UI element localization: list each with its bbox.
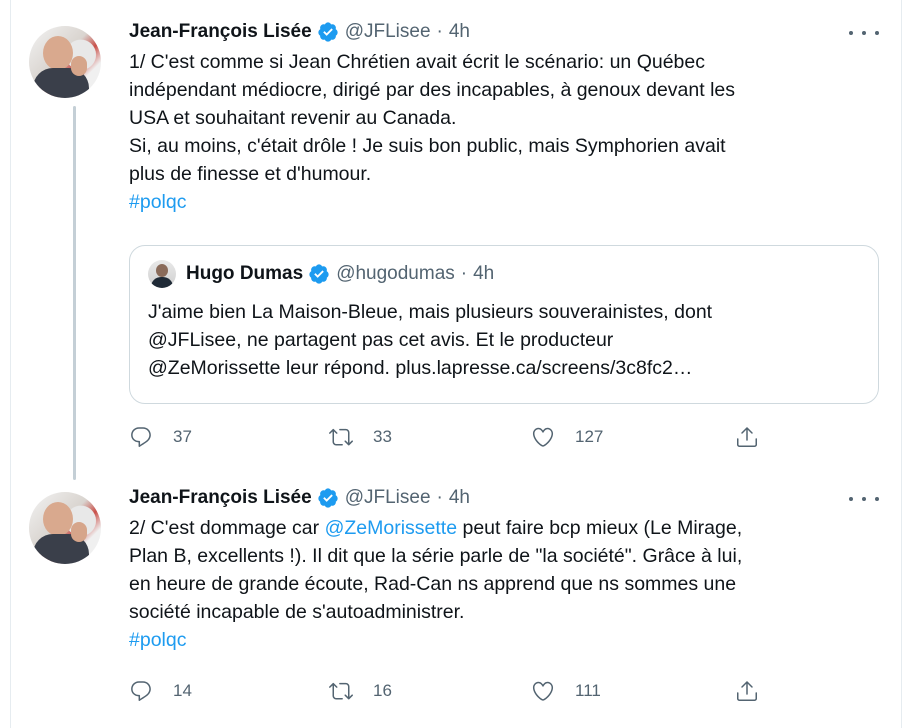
quoted-author-handle: @hugodumas [336, 263, 455, 284]
like-icon [532, 427, 554, 447]
author-handle[interactable]: @JFLisee [345, 21, 431, 43]
separator-dot: · [436, 21, 443, 42]
verified-badge-icon [318, 488, 338, 508]
reply-count: 37 [173, 427, 192, 446]
tweet-content: Jean-François Lisée @JFLisee · 4h 2/ C'e… [129, 484, 883, 654]
verified-badge-icon [309, 264, 329, 284]
like-icon [532, 681, 554, 701]
retweet-count: 33 [373, 427, 392, 446]
text-fragment: peut faire bcp mieux (Le Mirage, [457, 517, 743, 539]
author-handle[interactable]: @JFLisee [345, 487, 431, 509]
like-button[interactable]: 127 [531, 425, 603, 449]
quoted-text: J'aime bien La Maison-Bleue, mais plusie… [148, 298, 862, 382]
author-name[interactable]: Jean-François Lisée [129, 21, 312, 43]
avatar[interactable] [29, 492, 101, 564]
timestamp[interactable]: 4h [449, 21, 470, 43]
quoted-tweet[interactable]: Hugo Dumas @hugodumas · 4h J'aime bien L… [129, 245, 879, 404]
quoted-author-name: Hugo Dumas [186, 263, 304, 284]
separator-dot: · [436, 487, 443, 508]
share-button[interactable] [735, 425, 759, 449]
tweet-text-line: Si, au moins, c'était drôle ! Je suis bo… [129, 135, 726, 157]
share-button[interactable] [735, 679, 759, 703]
quoted-avatar[interactable] [148, 260, 176, 288]
quoted-header: Hugo Dumas @hugodumas · 4h [186, 260, 494, 288]
timeline-frame: Jean-François Lisée @JFLisee · 4h 1/ C'e… [10, 0, 902, 728]
retweet-button[interactable]: 16 [329, 679, 392, 703]
quoted-text-line: @JFLisee, ne partagent pas cet avis. Et … [148, 329, 614, 351]
retweet-button[interactable]: 33 [329, 425, 392, 449]
reply-button[interactable]: 14 [129, 679, 192, 703]
tweet-text-line: 1/ C'est comme si Jean Chrétien avait éc… [129, 51, 705, 73]
tweet-text-line: en heure de grande écoute, Rad-Can ns ap… [129, 573, 737, 595]
quoted-text-line: J'aime bien La Maison-Bleue, mais plusie… [148, 301, 713, 323]
tweet-header: Jean-François Lisée @JFLisee · 4h [129, 484, 883, 512]
tweet-text-line: société incapable de s'autoadministrer. [129, 601, 465, 623]
tweet-content: Jean-François Lisée @JFLisee · 4h 1/ C'e… [129, 18, 883, 216]
quoted-text-line: @ZeMorissette leur répond. plus.lapresse… [148, 357, 693, 379]
separator-dot: · [460, 263, 468, 284]
author-name[interactable]: Jean-François Lisée [129, 487, 312, 509]
retweet-icon [329, 682, 353, 700]
reply-icon [131, 681, 151, 701]
quoted-timestamp: 4h [473, 263, 495, 284]
text-fragment: 2/ C'est dommage car [129, 517, 325, 539]
retweet-count: 16 [373, 681, 392, 700]
retweet-icon [329, 428, 353, 446]
like-button[interactable]: 111 [531, 679, 601, 703]
like-count: 111 [575, 681, 601, 700]
hashtag-link[interactable]: #polqc [129, 629, 186, 651]
action-bar: 37 33 127 [129, 422, 883, 452]
tweet[interactable]: Jean-François Lisée @JFLisee · 4h 2/ C'e… [29, 484, 883, 724]
tweet-text-line: indépendant médiocre, dirigé par des inc… [129, 79, 735, 101]
tweet[interactable]: Jean-François Lisée @JFLisee · 4h 1/ C'e… [29, 18, 883, 478]
tweet-text: 2/ C'est dommage car @ZeMorissette peut … [129, 514, 883, 654]
share-icon [737, 427, 757, 447]
more-icon[interactable] [849, 24, 879, 42]
tweet-text: 1/ C'est comme si Jean Chrétien avait éc… [129, 48, 883, 216]
tweet-text-line: USA et souhaitant revenir au Canada. [129, 107, 457, 129]
reply-icon [131, 427, 151, 447]
timestamp[interactable]: 4h [449, 487, 470, 509]
action-bar: 14 16 111 [129, 676, 883, 706]
reply-count: 14 [173, 681, 192, 700]
avatar[interactable] [29, 26, 101, 98]
tweet-text-line: 2/ C'est dommage car @ZeMorissette peut … [129, 514, 883, 542]
mention-link[interactable]: @ZeMorissette [325, 517, 458, 539]
verified-badge-icon [318, 22, 338, 42]
share-icon [737, 681, 757, 701]
tweet-text-line: plus de finesse et d'humour. [129, 163, 372, 185]
like-count: 127 [575, 427, 604, 446]
more-icon[interactable] [849, 490, 879, 508]
tweet-header: Jean-François Lisée @JFLisee · 4h [129, 18, 883, 46]
hashtag-link[interactable]: #polqc [129, 191, 186, 213]
tweet-text-line: Plan B, excellents !). Il dit que la sér… [129, 545, 743, 567]
reply-button[interactable]: 37 [129, 425, 192, 449]
